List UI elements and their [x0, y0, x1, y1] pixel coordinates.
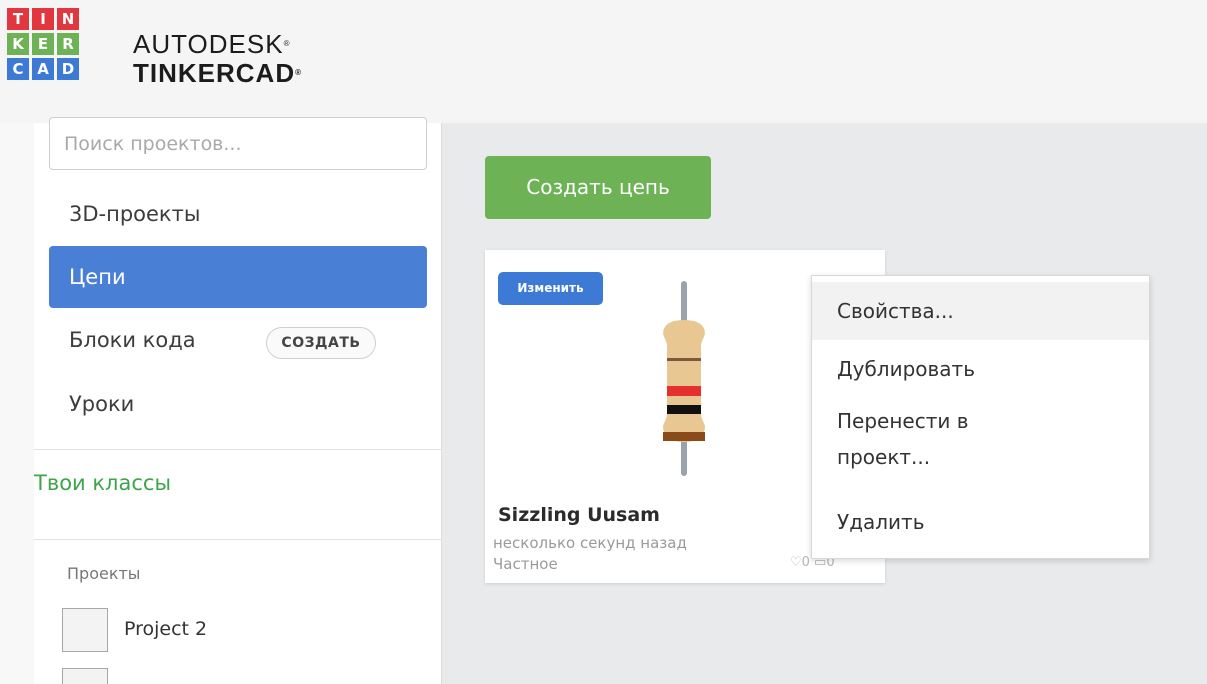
create-codeblock-badge[interactable]: СОЗДАТЬ — [266, 327, 376, 359]
menu-item-delete[interactable]: Удалить — [812, 493, 1149, 551]
context-menu: Свойства... Дублировать Перенести в прое… — [811, 275, 1150, 559]
logo-cell: T — [7, 8, 29, 30]
brand-wordmark[interactable]: AUTODESK® TINKERCAD® — [133, 30, 302, 88]
logo-cell: R — [57, 33, 79, 55]
logo-cell: A — [32, 58, 54, 80]
logo-cell: N — [57, 8, 79, 30]
sidebar-item-3d-designs[interactable]: 3D-проекты — [49, 183, 427, 245]
card-title: Sizzling Uusam — [498, 504, 660, 526]
logo-cell: K — [7, 33, 29, 55]
divider — [34, 539, 441, 540]
project-search-input[interactable] — [49, 117, 427, 170]
sidebar: 3D-проекты Цепи Блоки кода Уроки Проекты… — [34, 117, 442, 684]
your-classes-link[interactable]: Твои классы — [34, 471, 171, 495]
projects-heading: Проекты — [67, 564, 141, 583]
resistor-thumbnail — [663, 281, 705, 476]
card-privacy: Частное — [493, 555, 558, 573]
card-timestamp: несколько секунд назад — [493, 534, 687, 552]
sidebar-item-lessons[interactable]: Уроки — [49, 373, 427, 435]
app-header: T I N K E R C A D AUTODESK® TINKERCAD® — [0, 0, 1207, 123]
logo-cell: D — [57, 58, 79, 80]
edit-button[interactable]: Изменить — [498, 272, 603, 305]
menu-item-move-to-project[interactable]: Перенести в проект... — [812, 403, 1012, 475]
left-gutter — [0, 123, 34, 684]
folder-thumbnail — [62, 668, 108, 684]
divider — [34, 449, 441, 450]
logo-cell: I — [32, 8, 54, 30]
logo-cell: E — [32, 33, 54, 55]
project-name: Project 2 — [124, 618, 208, 640]
create-circuit-button[interactable]: Создать цепь — [485, 156, 711, 219]
menu-item-duplicate[interactable]: Дублировать — [812, 340, 1149, 398]
brand-tinkercad: TINKERCAD — [133, 58, 296, 88]
folder-thumbnail — [62, 608, 108, 652]
project-item[interactable]: Project 2 — [62, 608, 432, 654]
menu-item-properties[interactable]: Свойства... — [812, 282, 1149, 340]
project-item-partial[interactable] — [62, 668, 432, 684]
brand-autodesk: AUTODESK — [133, 29, 284, 59]
sidebar-item-circuits[interactable]: Цепи — [49, 246, 427, 308]
logo-cell: C — [7, 58, 29, 80]
